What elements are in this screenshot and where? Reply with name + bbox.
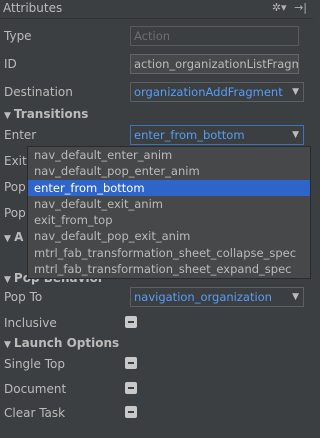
hide-panel-icon[interactable]: →| <box>294 1 307 14</box>
clear-task-checkbox[interactable] <box>125 406 137 418</box>
chevron-down-icon: ▼ <box>292 87 299 97</box>
enter-combo[interactable]: enter_from_bottom ▼ <box>130 125 304 145</box>
pop-to-label: Pop To <box>4 290 43 304</box>
pop-enter-label: Pop <box>4 180 26 194</box>
dropdown-option[interactable]: nav_default_pop_exit_anim <box>28 228 310 244</box>
destination-combo[interactable]: organizationAddFragment ▼ <box>130 82 304 102</box>
collapse-triangle-icon: ▼ <box>4 111 11 121</box>
single-top-label: Single Top <box>4 357 65 371</box>
id-label: ID <box>4 57 17 71</box>
collapse-triangle-icon: ▼ <box>4 340 11 350</box>
transitions-section-header[interactable]: ▼ Transitions <box>4 107 88 121</box>
destination-label: Destination <box>4 85 73 99</box>
type-field: Action <box>130 26 299 46</box>
destination-value: organizationAddFragment <box>134 85 283 99</box>
chevron-down-icon: ▼ <box>292 292 299 302</box>
pop-to-value: navigation_organization <box>134 290 272 304</box>
transitions-section-label: Transitions <box>13 107 89 121</box>
document-label: Document <box>4 382 67 396</box>
pop-exit-label: Pop <box>4 206 26 220</box>
id-field[interactable]: action_organizationListFragm <box>130 54 299 74</box>
argument-section-header: ▼ A <box>4 230 24 244</box>
clear-task-label: Clear Task <box>4 406 66 420</box>
attributes-header: Attributes ✲▾ →| <box>0 0 313 19</box>
dropdown-option[interactable]: mtrl_fab_transformation_sheet_collapse_s… <box>28 245 310 261</box>
inclusive-label: Inclusive <box>4 316 57 330</box>
exit-label: Exit <box>4 154 27 168</box>
launch-options-section-header[interactable]: ▼ Launch Options <box>4 336 119 350</box>
pop-to-combo[interactable]: navigation_organization ▼ <box>130 287 304 307</box>
chevron-down-icon: ▼ <box>292 130 299 140</box>
launch-options-section-label: Launch Options <box>13 336 120 350</box>
document-checkbox[interactable] <box>125 382 137 394</box>
dropdown-option[interactable]: mtrl_fab_transformation_sheet_expand_spe… <box>28 261 310 277</box>
enter-label: Enter <box>4 128 37 142</box>
argument-section-label: A <box>14 230 24 244</box>
collapse-triangle-icon: ▼ <box>4 275 11 285</box>
inclusive-checkbox[interactable] <box>125 316 137 328</box>
enter-animation-dropdown-list: nav_default_enter_anim nav_default_pop_e… <box>27 146 311 279</box>
dropdown-option-selected[interactable]: enter_from_bottom <box>28 179 310 196</box>
single-top-checkbox[interactable] <box>125 357 137 369</box>
dropdown-option[interactable]: exit_from_top <box>28 212 310 228</box>
gear-icon[interactable]: ✲▾ <box>272 1 287 14</box>
type-label: Type <box>4 29 32 43</box>
panel-title: Attributes <box>3 1 63 15</box>
dropdown-option[interactable]: nav_default_pop_enter_anim <box>28 163 310 179</box>
dropdown-option[interactable]: nav_default_enter_anim <box>28 147 310 163</box>
header-toolbar: ✲▾ →| <box>268 1 307 14</box>
enter-value: enter_from_bottom <box>134 128 245 142</box>
dropdown-option[interactable]: nav_default_exit_anim <box>28 196 310 212</box>
